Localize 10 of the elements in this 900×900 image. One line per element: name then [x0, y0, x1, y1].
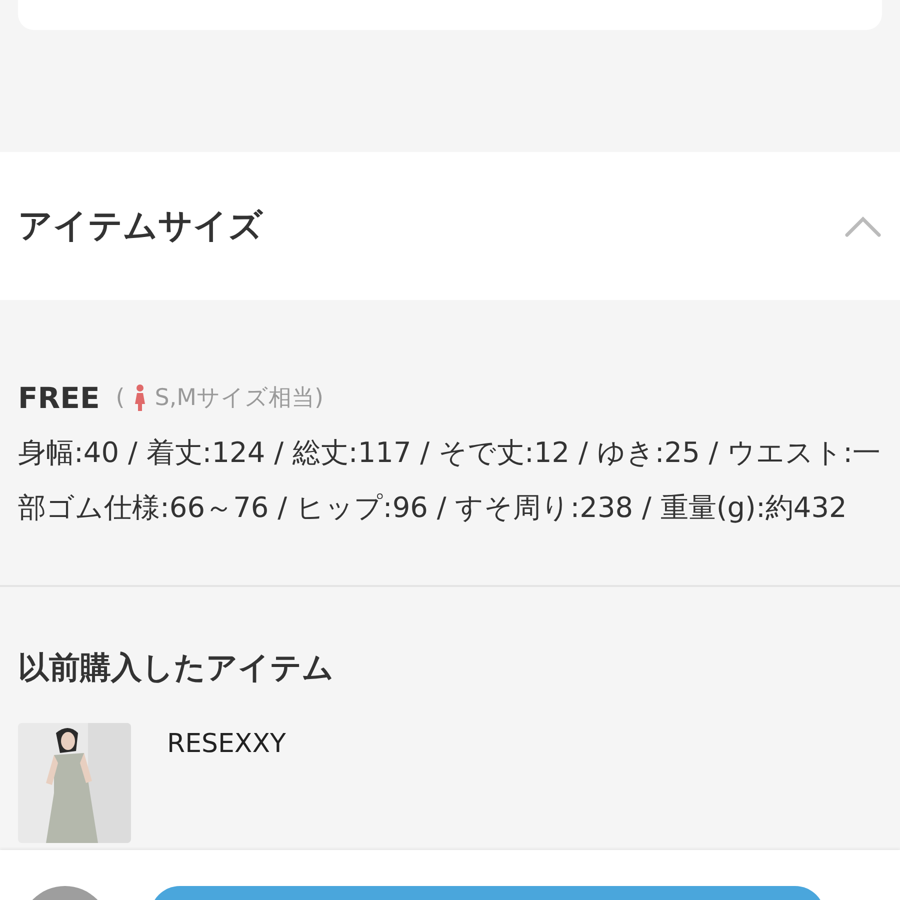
chevron-up-icon[interactable] — [844, 214, 882, 238]
section-header[interactable]: アイテムサイズ — [0, 152, 900, 300]
person-icon — [132, 384, 147, 412]
size-equivalent: S,Mサイズ相当) — [154, 384, 324, 413]
size-name: FREE — [18, 380, 100, 417]
brand-name: RESEXXY — [167, 729, 286, 759]
parenthesis: ( — [116, 384, 125, 413]
section-title: 以前購入したアイテム — [18, 649, 335, 688]
section-title: アイテムサイズ — [18, 205, 263, 248]
size-details: 身幅:40 / 着丈:124 / 総丈:117 / そで丈:12 / ゆき:25 / ウエスト:一部ゴム仕様:66～76 / ヒップ:96 / すそ周り:238 / 重量(g):約432 — [18, 435, 882, 526]
